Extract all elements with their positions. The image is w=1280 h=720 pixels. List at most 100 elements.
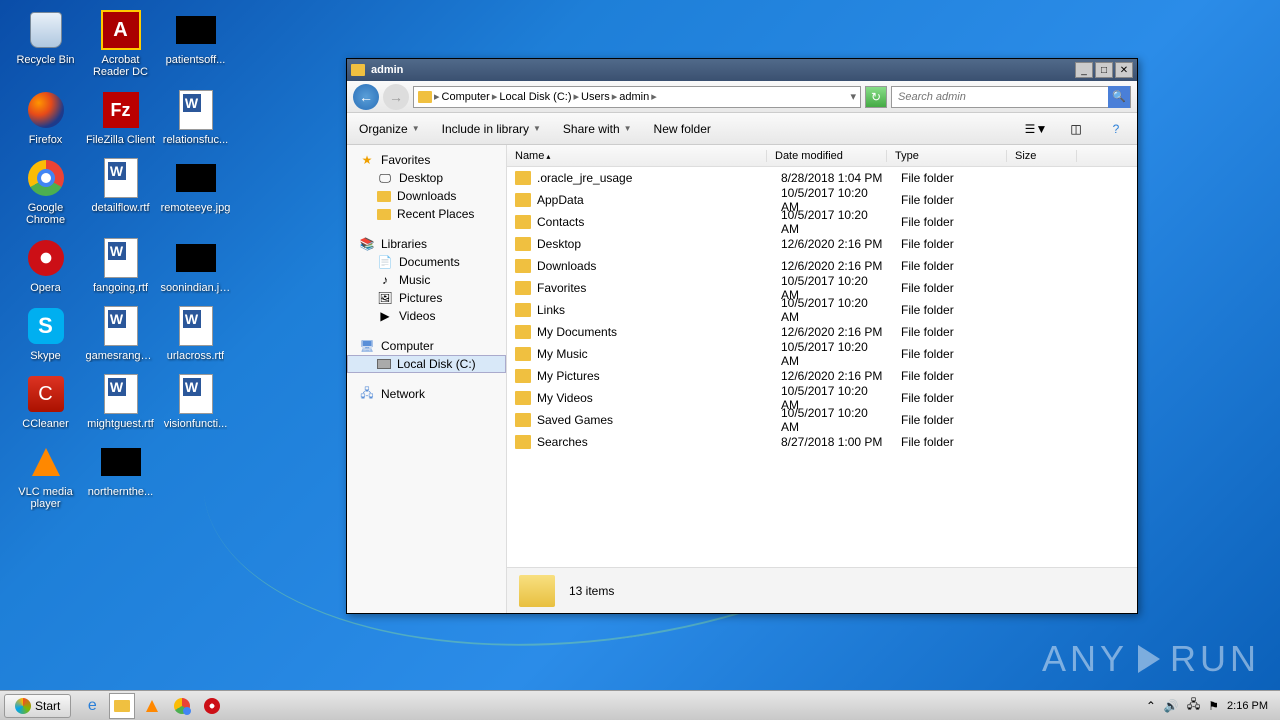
- folder-icon: [515, 413, 531, 427]
- breadcrumb-users[interactable]: Users: [581, 91, 610, 103]
- tray-expand-icon[interactable]: ⌃: [1146, 699, 1156, 713]
- desktop-icon-ccleaner[interactable]: CCCleaner: [8, 372, 83, 432]
- file-row-desktop[interactable]: Desktop12/6/2020 2:16 PMFile folder: [507, 233, 1137, 255]
- desktop-icon-soonindian-jpg[interactable]: soonindian.jpg: [158, 236, 233, 296]
- taskbar-opera[interactable]: [199, 693, 225, 719]
- close-button[interactable]: ✕: [1115, 62, 1133, 78]
- file-row-saved-games[interactable]: Saved Games10/5/2017 10:20 AMFile folder: [507, 409, 1137, 431]
- icon-label: VLC media player: [11, 486, 81, 510]
- nav-music[interactable]: ♪Music: [347, 271, 506, 289]
- file-type: File folder: [893, 435, 1013, 449]
- nav-network[interactable]: 🖧Network: [347, 385, 506, 403]
- file-date: 12/6/2020 2:16 PM: [773, 237, 893, 251]
- column-name[interactable]: Name▴: [507, 150, 767, 162]
- nav-documents[interactable]: 📄Documents: [347, 253, 506, 271]
- nav-favorites[interactable]: ★Favorites: [347, 151, 506, 169]
- breadcrumb-admin[interactable]: admin: [619, 91, 649, 103]
- clock[interactable]: 2:16 PM: [1227, 700, 1268, 712]
- desktop-icon-detailflow-rtf[interactable]: detailflow.rtf: [83, 156, 158, 228]
- column-type[interactable]: Type: [887, 150, 1007, 162]
- desktop-icon-skype[interactable]: SSkype: [8, 304, 83, 364]
- desktop-icon-filezilla-client[interactable]: FzFileZilla Client: [83, 88, 158, 148]
- icon-label: remoteeye.jpg: [161, 202, 231, 214]
- desktop-icon-firefox[interactable]: Firefox: [8, 88, 83, 148]
- titlebar[interactable]: admin _ □ ✕: [347, 59, 1137, 81]
- icon-label: northernthe...: [88, 486, 153, 498]
- file-date: 8/28/2018 1:04 PM: [773, 171, 893, 185]
- window-title: admin: [371, 64, 1075, 76]
- taskbar-ie[interactable]: e: [79, 693, 105, 719]
- column-date[interactable]: Date modified: [767, 150, 887, 162]
- desktop-icon-mightguest-rtf[interactable]: mightguest.rtf: [83, 372, 158, 432]
- view-options-button[interactable]: ☰ ▼: [1027, 120, 1045, 138]
- network-icon[interactable]: 🖧: [1187, 695, 1200, 716]
- nav-libraries[interactable]: 📚Libraries: [347, 235, 506, 253]
- icon-label: CCleaner: [22, 418, 68, 430]
- desktop-icon-acrobat-reader-dc[interactable]: AAcrobat Reader DC: [83, 8, 158, 80]
- start-button[interactable]: Start: [4, 694, 71, 718]
- desktop-icon-opera[interactable]: Opera: [8, 236, 83, 296]
- search-button[interactable]: 🔍: [1108, 86, 1130, 108]
- share-with-menu[interactable]: Share with▼: [563, 122, 632, 136]
- nav-local-disk[interactable]: Local Disk (C:): [347, 355, 506, 373]
- nav-recent[interactable]: Recent Places: [347, 205, 506, 223]
- back-button[interactable]: ←: [353, 84, 379, 110]
- desktop-icon-fangoing-rtf[interactable]: fangoing.rtf: [83, 236, 158, 296]
- desktop-icon-remoteeye-jpg[interactable]: remoteeye.jpg: [158, 156, 233, 228]
- nav-downloads[interactable]: Downloads: [347, 187, 506, 205]
- desktop-icon-vlc-media-player[interactable]: VLC media player: [8, 440, 83, 512]
- minimize-button[interactable]: _: [1075, 62, 1093, 78]
- breadcrumb-computer[interactable]: Computer: [442, 91, 490, 103]
- desktop-icon-visionfuncti-[interactable]: visionfuncti...: [158, 372, 233, 432]
- file-row-links[interactable]: Links10/5/2017 10:20 AMFile folder: [507, 299, 1137, 321]
- nav-pictures[interactable]: 🖼Pictures: [347, 289, 506, 307]
- desktop-icon-northernthe-[interactable]: northernthe...: [83, 440, 158, 512]
- icon-label: Recycle Bin: [16, 54, 74, 66]
- desktop[interactable]: Recycle Bin AAcrobat Reader DCpatientsoff…: [0, 0, 1280, 720]
- breadcrumb-disk[interactable]: Local Disk (C:): [499, 91, 571, 103]
- file-row-searches[interactable]: Searches8/27/2018 1:00 PMFile folder: [507, 431, 1137, 453]
- preview-pane-button[interactable]: ◫: [1067, 120, 1085, 138]
- folder-icon: [515, 347, 531, 361]
- file-type: File folder: [893, 325, 1013, 339]
- taskbar-vlc[interactable]: [139, 693, 165, 719]
- organize-menu[interactable]: Organize▼: [359, 122, 420, 136]
- icon-label: urlacross.rtf: [167, 350, 224, 362]
- nav-videos[interactable]: ▶Videos: [347, 307, 506, 325]
- column-size[interactable]: Size: [1007, 150, 1077, 162]
- include-library-menu[interactable]: Include in library▼: [442, 122, 541, 136]
- desktop-icon-google-chrome[interactable]: Google Chrome: [8, 156, 83, 228]
- folder-icon: [515, 435, 531, 449]
- file-type: File folder: [893, 193, 1013, 207]
- file-row-contacts[interactable]: Contacts10/5/2017 10:20 AMFile folder: [507, 211, 1137, 233]
- nav-desktop[interactable]: 🖵Desktop: [347, 169, 506, 187]
- folder-icon: [515, 259, 531, 273]
- new-folder-button[interactable]: New folder: [654, 122, 711, 136]
- file-name: Links: [537, 303, 773, 317]
- desktop-icon-urlacross-rtf[interactable]: urlacross.rtf: [158, 304, 233, 364]
- search-input[interactable]: [892, 91, 1108, 103]
- icon-label: Firefox: [29, 134, 63, 146]
- help-button[interactable]: ?: [1107, 120, 1125, 138]
- maximize-button[interactable]: □: [1095, 62, 1113, 78]
- file-row-my-music[interactable]: My Music10/5/2017 10:20 AMFile folder: [507, 343, 1137, 365]
- volume-icon[interactable]: 🔊: [1164, 699, 1179, 713]
- address-dropdown[interactable]: ▾: [850, 90, 856, 103]
- desktop-icon-relationsfuc-[interactable]: relationsfuc...: [158, 88, 233, 148]
- desktop-icon-gamesrange-[interactable]: gamesrange...: [83, 304, 158, 364]
- flag-icon[interactable]: ⚑: [1208, 699, 1219, 713]
- nav-computer[interactable]: 🖥Computer: [347, 337, 506, 355]
- taskbar-chrome[interactable]: [169, 693, 195, 719]
- icon-label: fangoing.rtf: [93, 282, 148, 294]
- taskbar: Start e ⌃ 🔊 🖧 ⚑ 2:16 PM: [0, 690, 1280, 720]
- forward-button[interactable]: →: [383, 84, 409, 110]
- desktop-icon-recycle-bin[interactable]: Recycle Bin: [8, 8, 83, 80]
- address-bar[interactable]: ▸ Computer ▸ Local Disk (C:) ▸ Users ▸ a…: [413, 86, 861, 108]
- file-type: File folder: [893, 369, 1013, 383]
- desktop-icon-patientsoff-[interactable]: patientsoff...: [158, 8, 233, 80]
- file-name: My Videos: [537, 391, 773, 405]
- folder-icon: [418, 91, 432, 103]
- refresh-button[interactable]: ↻: [865, 86, 887, 108]
- taskbar-explorer[interactable]: [109, 693, 135, 719]
- file-type: File folder: [893, 281, 1013, 295]
